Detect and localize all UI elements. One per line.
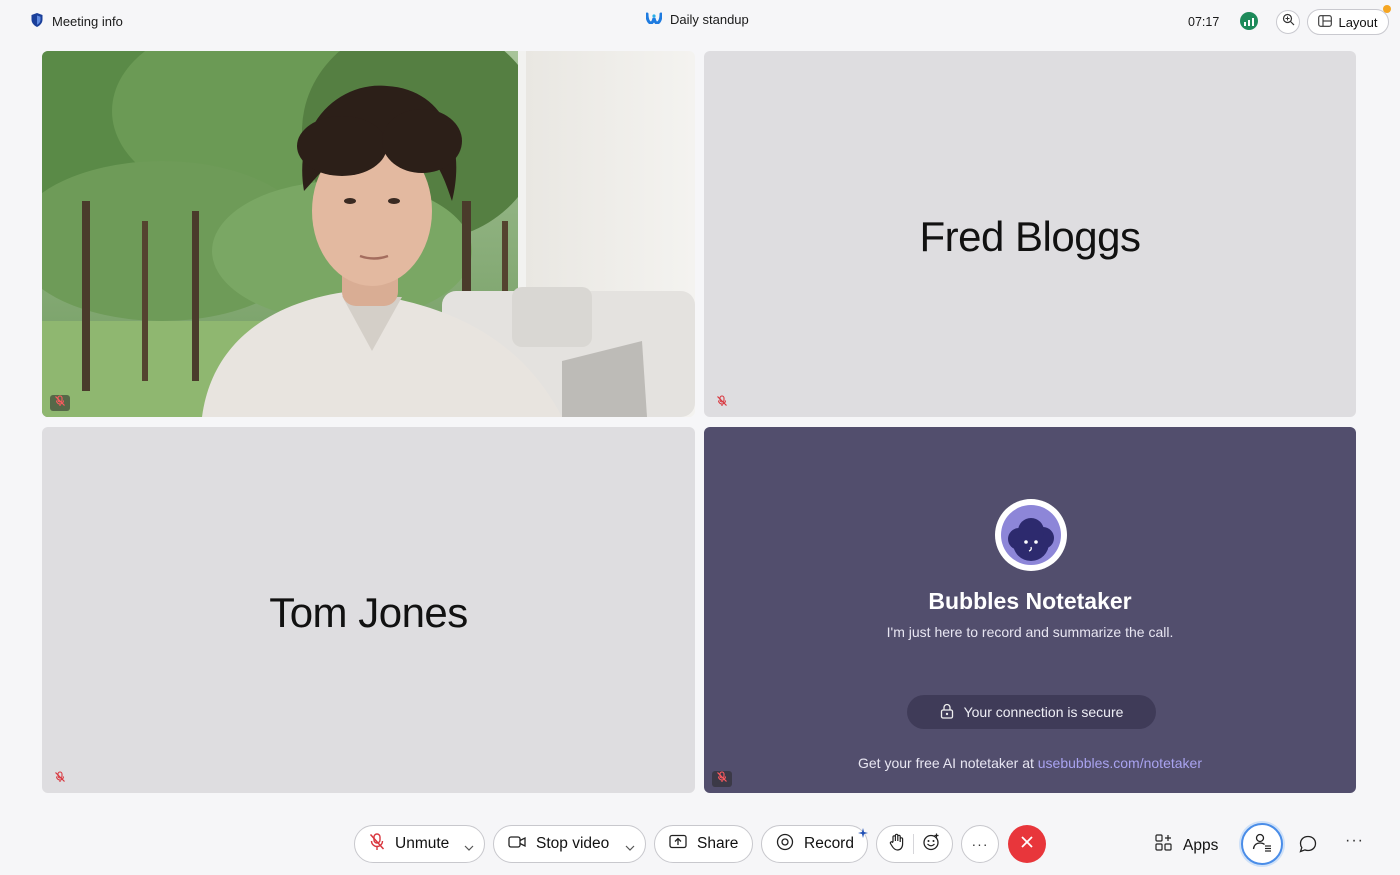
camera-icon [508, 835, 526, 854]
video-tile-self[interactable] [42, 51, 695, 417]
stop-video-button[interactable]: Stop video [493, 825, 646, 863]
unmute-label: Unmute [395, 835, 450, 852]
layout-label: Layout [1338, 14, 1378, 30]
mic-off-icon [716, 394, 728, 412]
top-bar: Meeting info Daily standup 07:17 Layout [0, 0, 1400, 44]
avatar [995, 499, 1067, 571]
notification-dot [1383, 5, 1391, 13]
bot-name: Bubbles Notetaker [928, 588, 1132, 614]
shield-icon [30, 12, 44, 31]
share-screen-icon [669, 834, 687, 855]
hand-icon[interactable] [889, 833, 905, 856]
apps-button[interactable]: Apps [1155, 834, 1218, 857]
share-button[interactable]: Share [654, 825, 753, 863]
meeting-info-label: Meeting info [52, 14, 123, 29]
sparkle-icon [858, 825, 868, 843]
muted-indicator [712, 771, 732, 787]
chevron-down-icon[interactable] [464, 839, 474, 857]
meeting-clock: 07:17 [1188, 15, 1220, 29]
bot-footer-text: Get your free AI notetaker at [858, 755, 1034, 771]
record-button[interactable]: Record [761, 825, 868, 863]
participants-button[interactable] [1241, 823, 1283, 865]
secure-connection-badge: Your connection is secure [907, 695, 1156, 729]
emoji-icon[interactable] [922, 833, 940, 856]
close-icon [1020, 835, 1034, 854]
lock-icon [940, 703, 954, 722]
secure-label: Your connection is secure [963, 704, 1124, 720]
apps-label: Apps [1183, 836, 1219, 854]
meeting-info-button[interactable]: Meeting info [30, 12, 123, 31]
layout-grid-icon [1318, 14, 1333, 30]
chat-bubble-icon[interactable] [1298, 834, 1318, 859]
zoom-button[interactable] [1276, 10, 1300, 34]
participant-tile-tom[interactable]: Tom Jones [42, 427, 695, 793]
share-label: Share [697, 835, 739, 852]
meeting-title-text: Daily standup [670, 12, 749, 27]
muted-indicator [50, 395, 70, 411]
divider [913, 834, 914, 854]
stop-video-label: Stop video [536, 835, 610, 852]
participant-name: Tom Jones [269, 589, 468, 636]
apps-icon [1155, 834, 1173, 857]
meeting-title: Daily standup [645, 12, 749, 27]
overflow-menu-button[interactable]: ··· [1345, 832, 1364, 850]
mic-off-icon [54, 394, 66, 412]
participant-tile-fred[interactable]: Fred Bloggs [704, 51, 1356, 417]
record-icon [776, 833, 794, 856]
mic-off-icon [716, 770, 728, 788]
signal-bars-icon[interactable] [1240, 12, 1258, 30]
record-label: Record [804, 835, 854, 852]
unmute-button[interactable]: Unmute [354, 825, 485, 863]
participant-name: Fred Bloggs [919, 213, 1141, 260]
layout-button[interactable]: Layout [1307, 9, 1389, 35]
muted-indicator [712, 395, 732, 411]
participants-icon [1252, 832, 1272, 857]
chevron-down-icon[interactable] [625, 839, 635, 857]
more-label: ··· [971, 836, 989, 852]
zoom-in-icon [1282, 13, 1295, 31]
participant-tile-bot[interactable]: Bubbles Notetaker I'm just here to recor… [704, 427, 1356, 793]
mic-off-icon [54, 770, 66, 788]
bot-footer: Get your free AI notetaker at usebubbles… [704, 755, 1356, 771]
mic-off-icon [369, 832, 385, 856]
more-options-button[interactable]: ··· [961, 825, 999, 863]
video-feed [42, 51, 695, 417]
reactions-group [876, 825, 953, 863]
leave-meeting-button[interactable] [1008, 825, 1046, 863]
muted-indicator [50, 771, 70, 787]
bot-subtitle: I'm just here to record and summarize th… [886, 624, 1174, 640]
cloud-face-icon [1008, 518, 1054, 561]
webex-logo-icon [645, 12, 663, 27]
notetaker-link[interactable]: usebubbles.com/notetaker [1038, 755, 1202, 771]
